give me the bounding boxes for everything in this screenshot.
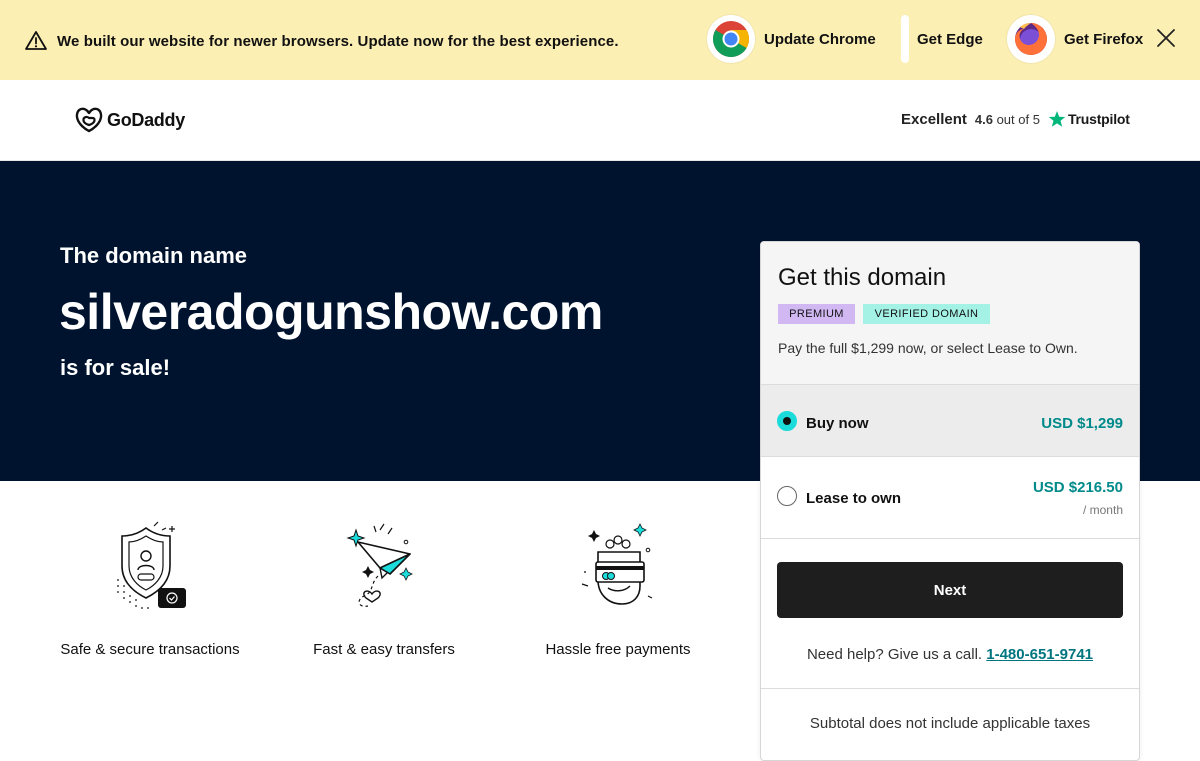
update-chrome-button[interactable]: Update Chrome xyxy=(707,14,876,64)
card-title: Get this domain xyxy=(778,264,947,291)
trustpilot-star-icon xyxy=(1048,111,1066,127)
domain-name: silveradogunshow.com xyxy=(59,284,603,340)
godaddy-logo-icon xyxy=(75,107,103,133)
banner-message: We built our website for newer browsers.… xyxy=(57,33,619,50)
premium-badge: PREMIUM xyxy=(778,304,855,324)
trustpilot-label: Excellent xyxy=(901,110,967,128)
feature-fast-easy-label: Fast & easy transfers xyxy=(313,641,455,658)
buy-now-option[interactable]: Buy now USD $1,299 xyxy=(761,384,1139,457)
trustpilot-score-suffix: out of 5 xyxy=(996,111,1040,127)
get-firefox-label: Get Firefox xyxy=(1064,30,1144,48)
trustpilot-brand: Trustpilot xyxy=(1067,111,1130,127)
payment-card-icon xyxy=(581,523,653,605)
feature-safe-secure: Safe & secure transactions xyxy=(60,520,240,662)
help-label: Need help? Give us a call. xyxy=(806,646,983,663)
warning-icon xyxy=(25,31,47,50)
godaddy-logo[interactable]: GoDaddy xyxy=(75,107,185,133)
trustpilot-score: 4.6 xyxy=(974,111,993,127)
lease-to-own-option[interactable]: Lease to own USD $216.50 / month xyxy=(761,457,1139,539)
buy-now-label: Buy now xyxy=(806,415,869,432)
site-header: GoDaddy Excellent 4.6 out of 5 Trustpilo… xyxy=(0,80,1200,161)
update-chrome-label: Update Chrome xyxy=(764,30,876,48)
logo-text: GoDaddy xyxy=(107,109,185,130)
buy-now-radio[interactable] xyxy=(777,411,797,431)
help-text: Need help? Give us a call. 1-480-651-974… xyxy=(761,646,1139,663)
trustpilot-rating[interactable]: Excellent 4.6 out of 5 Trustpilot xyxy=(901,110,1130,128)
lease-period: / month xyxy=(1082,503,1123,517)
hero-pre-text: The domain name xyxy=(60,243,248,268)
edge-icon xyxy=(901,15,909,63)
phone-link[interactable]: 1-480-651-9741 xyxy=(986,646,1093,663)
feature-fast-easy: Fast & easy transfers xyxy=(294,520,474,662)
feature-safe-secure-label: Safe & secure transactions xyxy=(60,641,240,658)
card-description: Pay the full $1,299 now, or select Lease… xyxy=(778,340,1078,356)
firefox-icon xyxy=(1007,15,1055,63)
lease-to-own-price: USD $216.50 xyxy=(1032,479,1123,496)
browser-update-banner: We built our website for newer browsers.… xyxy=(0,0,1200,80)
shield-icon xyxy=(117,521,186,609)
card-divider xyxy=(761,688,1139,689)
get-firefox-button[interactable]: Get Firefox xyxy=(1007,14,1143,64)
lease-to-own-label: Lease to own xyxy=(806,490,902,507)
get-edge-label: Get Edge xyxy=(917,30,983,48)
verified-domain-badge: VERIFIED DOMAIN xyxy=(863,304,990,324)
purchase-card: Get this domain PREMIUM VERIFIED DOMAIN … xyxy=(760,241,1140,761)
chrome-icon xyxy=(707,15,755,63)
hero-post-text: is for sale! xyxy=(60,355,171,380)
feature-hassle-free-label: Hassle free payments xyxy=(545,641,691,658)
paper-plane-icon xyxy=(346,523,413,607)
purchase-card-header: Get this domain PREMIUM VERIFIED DOMAIN … xyxy=(761,242,1139,384)
lease-to-own-radio[interactable] xyxy=(777,486,797,506)
subtotal-note: Subtotal does not include applicable tax… xyxy=(809,715,1091,732)
next-button[interactable]: Next xyxy=(777,562,1123,618)
trustpilot-score-text: 4.6 out of 5 xyxy=(975,112,1040,127)
get-edge-button[interactable]: Get Edge xyxy=(901,14,983,64)
close-icon[interactable] xyxy=(1155,27,1177,49)
buy-now-price: USD $1,299 xyxy=(1041,415,1123,432)
feature-hassle-free: Hassle free payments xyxy=(528,520,708,662)
